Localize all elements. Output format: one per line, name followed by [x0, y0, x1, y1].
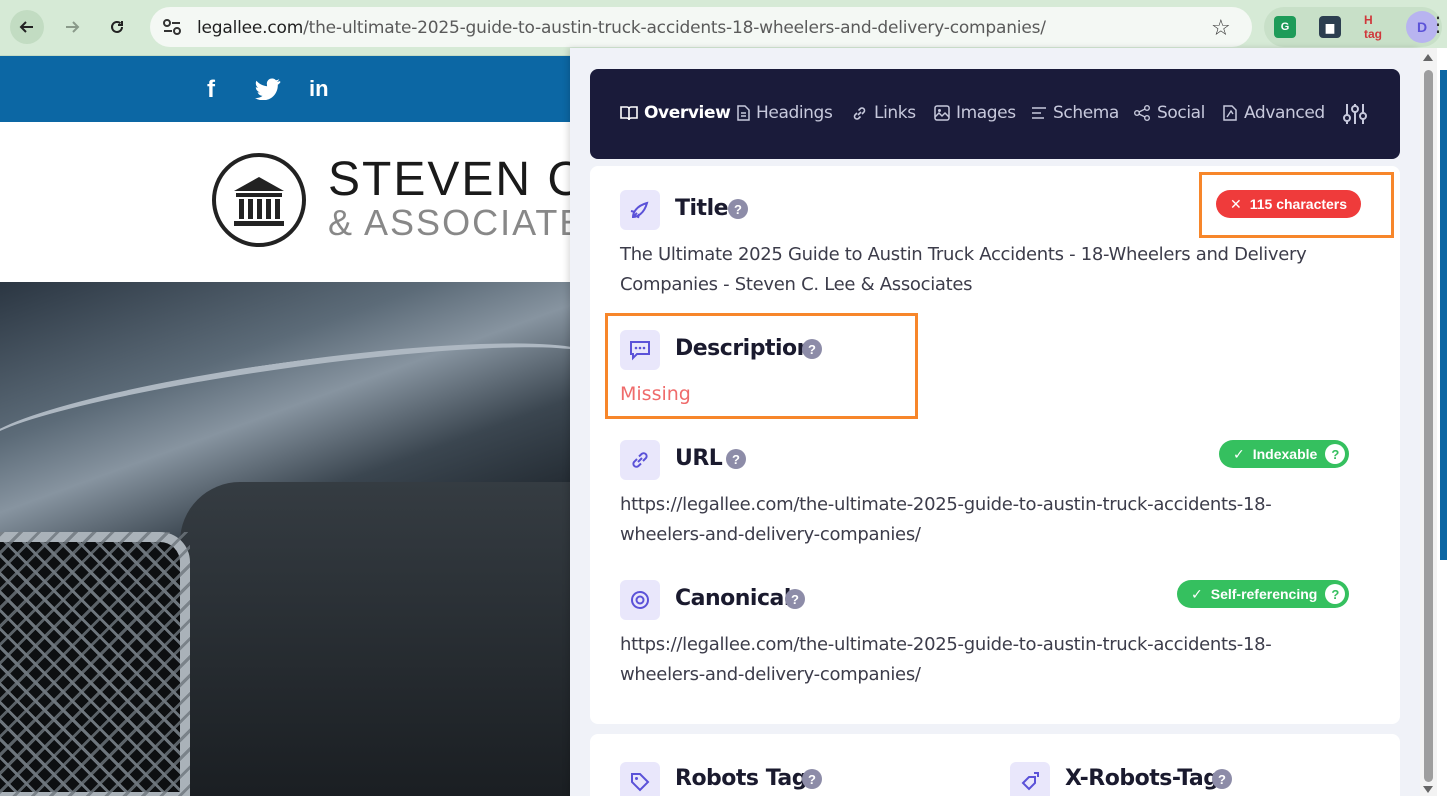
tab-overview-label: Overview	[644, 103, 731, 123]
address-bar[interactable]: legallee.com/the-ultimate-2025-guide-to-…	[150, 7, 1252, 47]
tab-schema[interactable]: Schema	[1031, 102, 1119, 124]
tab-social-label: Social	[1157, 103, 1206, 123]
extension-folder-icon[interactable]: ▆	[1319, 16, 1341, 38]
book-icon	[620, 106, 638, 121]
tab-overview[interactable]: Overview	[620, 102, 731, 124]
tag-icon	[631, 773, 650, 792]
tab-bar: Overview Headings Links Images Schema So…	[590, 69, 1400, 159]
bookmark-star-icon[interactable]: ☆	[1211, 15, 1231, 41]
arrow-right-icon	[66, 21, 80, 33]
extension-htag-icon[interactable]: H tag	[1364, 13, 1386, 41]
site-header: STEVEN C. & ASSOCIATES	[0, 122, 609, 282]
logo-courthouse-icon[interactable]	[212, 153, 306, 247]
back-button[interactable]	[10, 10, 44, 44]
x-robots-tag-label: X-Robots-Tag	[1065, 766, 1219, 791]
extension-g-icon[interactable]: G	[1274, 16, 1296, 38]
hero-bumper	[180, 482, 570, 796]
target-icon	[631, 591, 649, 609]
hero-grille-overlay	[0, 532, 190, 796]
x-robots-tag-icon	[1010, 762, 1050, 796]
tab-links[interactable]: Links	[851, 102, 916, 124]
scroll-up-icon[interactable]	[1423, 54, 1433, 61]
canonical-target-icon	[620, 580, 660, 620]
url-host: legallee.com	[197, 18, 304, 38]
hero-hood-highlight	[0, 319, 570, 485]
rocket-icon	[630, 201, 649, 219]
url-text[interactable]: legallee.com/the-ultimate-2025-guide-to-…	[197, 18, 1046, 38]
site-social-bar: f in	[0, 56, 570, 122]
url-value[interactable]: https://legallee.com/the-ultimate-2025-g…	[620, 490, 1320, 550]
tab-images-label: Images	[956, 103, 1016, 123]
share-icon	[1134, 105, 1150, 121]
robots-tag-label: Robots Tag	[675, 766, 807, 791]
reload-icon	[111, 20, 123, 33]
check-icon: ✓	[1191, 585, 1203, 602]
logo-subtitle: & ASSOCIATES	[328, 202, 612, 243]
canonical-value[interactable]: https://legallee.com/the-ultimate-2025-g…	[620, 630, 1320, 690]
self-referencing-help-icon[interactable]: ?	[1325, 584, 1346, 604]
indexable-help-icon[interactable]: ?	[1325, 444, 1346, 464]
url-link-icon	[620, 440, 660, 480]
forward-button[interactable]	[55, 10, 89, 44]
indexable-text: Indexable	[1252, 446, 1318, 462]
twitter-icon[interactable]	[255, 78, 281, 100]
check-icon: ✓	[1233, 445, 1245, 462]
link-icon	[632, 452, 648, 468]
tab-images[interactable]: Images	[934, 102, 1016, 124]
title-label: Title	[675, 196, 729, 221]
robots-card: Robots Tag ? X-Robots-Tag ?	[590, 734, 1400, 796]
canonical-label: Canonical	[675, 586, 791, 611]
robots-tag-icon	[620, 762, 660, 796]
robots-tag-help-icon[interactable]: ?	[802, 769, 822, 789]
title-value: The Ultimate 2025 Guide to Austin Truck …	[620, 244, 1307, 295]
advanced-icon	[1223, 105, 1237, 121]
list-icon	[1032, 107, 1046, 119]
panel-scrollbar[interactable]	[1420, 48, 1437, 796]
document-icon	[737, 105, 750, 121]
settings-sliders-icon[interactable]	[1342, 102, 1368, 126]
tab-advanced-label: Advanced	[1244, 103, 1325, 123]
logo-name: STEVEN C.	[328, 153, 600, 206]
canonical-help-icon[interactable]: ?	[785, 589, 805, 609]
highlight-title-badge	[1199, 172, 1394, 238]
indexable-badge: ✓ Indexable ?	[1219, 440, 1350, 468]
link-icon	[853, 106, 866, 120]
tab-headings[interactable]: Headings	[736, 102, 833, 124]
url-path: /the-ultimate-2025-guide-to-austin-truck…	[303, 18, 1046, 38]
courthouse-icon	[234, 177, 284, 226]
tab-advanced[interactable]: Advanced	[1222, 102, 1325, 124]
highlight-description	[605, 313, 918, 419]
title-help-icon[interactable]: ?	[728, 199, 748, 219]
self-referencing-text: Self-referencing	[1210, 586, 1318, 602]
url-help-icon[interactable]: ?	[726, 449, 746, 469]
tab-links-label: Links	[874, 103, 916, 123]
image-icon	[934, 105, 950, 121]
scroll-thumb[interactable]	[1424, 70, 1433, 782]
x-robots-tag-help-icon[interactable]: ?	[1212, 769, 1232, 789]
title-rocket-icon	[620, 190, 660, 230]
menu-dots-icon[interactable]: ⋮	[1428, 12, 1447, 37]
scroll-down-icon[interactable]	[1423, 786, 1433, 793]
site-info-icon[interactable]	[162, 18, 182, 36]
extensions-bar: G ▆ H tag D	[1264, 7, 1442, 47]
url-label: URL	[675, 446, 723, 471]
tab-headings-label: Headings	[756, 103, 833, 123]
linkedin-icon[interactable]: in	[309, 76, 329, 102]
tags-icon	[1021, 772, 1039, 791]
tab-social[interactable]: Social	[1134, 102, 1205, 124]
seo-extension-panel: Overview Headings Links Images Schema So…	[570, 48, 1420, 796]
tab-schema-label: Schema	[1053, 103, 1119, 123]
overview-card: Title ? ✕ 115 characters The Ultimate 20…	[590, 166, 1400, 724]
page-right-strip	[1440, 70, 1447, 560]
reload-button[interactable]	[100, 10, 134, 44]
facebook-icon[interactable]: f	[207, 76, 215, 104]
hero-image	[0, 282, 570, 796]
self-referencing-badge: ✓ Self-referencing ?	[1177, 580, 1350, 608]
arrow-left-icon	[19, 21, 33, 33]
